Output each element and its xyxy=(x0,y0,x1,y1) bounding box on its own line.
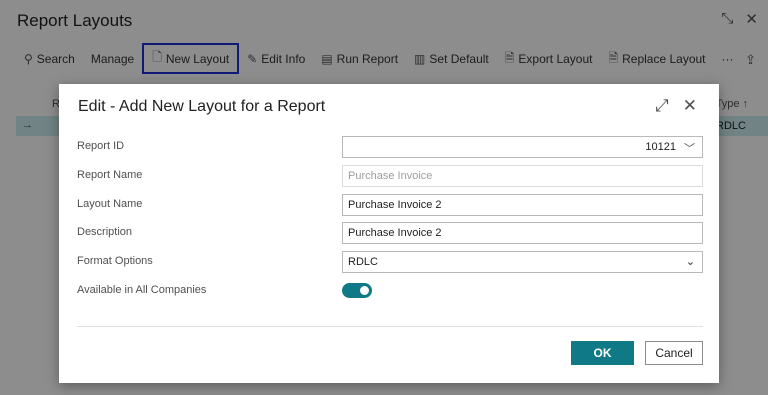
cancel-button[interactable]: Cancel xyxy=(645,341,703,365)
format-options-label: Format Options xyxy=(77,255,339,267)
dialog-divider xyxy=(77,326,703,327)
format-options-row: Format Options RDLC ⌄ xyxy=(77,251,704,273)
format-options-select[interactable]: RDLC ⌄ xyxy=(342,251,703,273)
description-input[interactable]: Purchase Invoice 2 xyxy=(342,222,703,244)
layout-name-input[interactable]: Purchase Invoice 2 xyxy=(342,194,703,216)
report-name-row: Report Name Purchase Invoice xyxy=(77,165,704,187)
chevron-down-icon[interactable]: ⌄ xyxy=(686,255,695,268)
description-row: Description Purchase Invoice 2 xyxy=(77,222,704,244)
layout-name-label: Layout Name xyxy=(77,198,339,210)
report-name-field: Purchase Invoice xyxy=(342,165,703,187)
add-layout-dialog: Edit - Add New Layout for a Report ⤢ ✕ R… xyxy=(59,84,719,383)
ok-button[interactable]: OK xyxy=(571,341,634,365)
expand-icon[interactable]: ⤢ xyxy=(655,96,669,116)
available-all-label: Available in All Companies xyxy=(77,284,339,296)
available-all-toggle[interactable] xyxy=(342,283,372,298)
chevron-down-icon[interactable]: ﹀ xyxy=(684,140,695,156)
report-id-input[interactable]: 10121 ﹀ xyxy=(342,136,703,158)
layout-name-row: Layout Name Purchase Invoice 2 xyxy=(77,194,704,216)
report-id-row: Report ID 10121 ﹀ xyxy=(77,136,704,158)
available-all-row: Available in All Companies xyxy=(77,280,704,302)
close-icon[interactable]: ✕ xyxy=(683,96,697,116)
format-options-value: RDLC xyxy=(348,256,378,268)
report-id-value: 10121 xyxy=(645,141,676,153)
description-label: Description xyxy=(77,226,339,238)
report-name-label: Report Name xyxy=(77,169,339,181)
report-id-label: Report ID xyxy=(77,140,339,152)
dialog-title: Edit - Add New Layout for a Report xyxy=(78,98,326,115)
toggle-knob xyxy=(360,286,369,295)
dialog-controls: ⤢ ✕ xyxy=(655,96,697,116)
